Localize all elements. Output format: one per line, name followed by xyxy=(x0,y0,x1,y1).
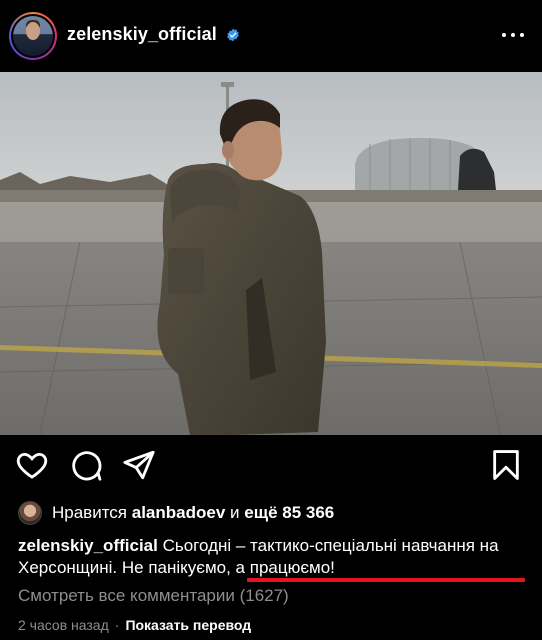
post-time: 2 часов назад xyxy=(18,617,109,633)
bookmark-icon[interactable] xyxy=(489,448,523,482)
liker-avatar xyxy=(18,501,42,525)
view-comments-link[interactable]: Смотреть все комментарии (1627) xyxy=(18,586,289,606)
comment-icon[interactable] xyxy=(69,448,103,482)
post-photo[interactable] xyxy=(0,72,542,435)
likes-summary[interactable]: Нравится alanbadoev и ещё 85 366 xyxy=(18,500,334,526)
post-header: zelenskiy_official xyxy=(0,0,542,72)
post-username[interactable]: zelenskiy_official xyxy=(67,24,217,45)
verified-badge-icon xyxy=(227,28,239,42)
caption-highlight-text: Не панікуємо, а працюємо! xyxy=(121,558,335,577)
liker-username[interactable]: alanbadoev xyxy=(132,503,226,523)
post-caption: zelenskiy_official Сьогодні – тактико-сп… xyxy=(18,535,528,579)
more-icon[interactable] xyxy=(502,28,524,42)
heart-icon[interactable] xyxy=(15,448,49,482)
send-icon[interactable] xyxy=(122,448,156,482)
meta-separator: · xyxy=(114,617,120,633)
likes-count[interactable]: ещё 85 366 xyxy=(244,503,334,523)
caption-username[interactable]: zelenskiy_official xyxy=(18,536,158,555)
post-meta: 2 часов назад · Показать перевод xyxy=(18,617,251,633)
show-translation-link[interactable]: Показать перевод xyxy=(125,617,251,633)
action-bar xyxy=(0,448,542,488)
likes-conjunction: и xyxy=(230,503,240,522)
profile-avatar[interactable] xyxy=(9,12,57,60)
likes-prefix: Нравится xyxy=(52,503,128,522)
red-underline-annotation xyxy=(247,578,525,582)
